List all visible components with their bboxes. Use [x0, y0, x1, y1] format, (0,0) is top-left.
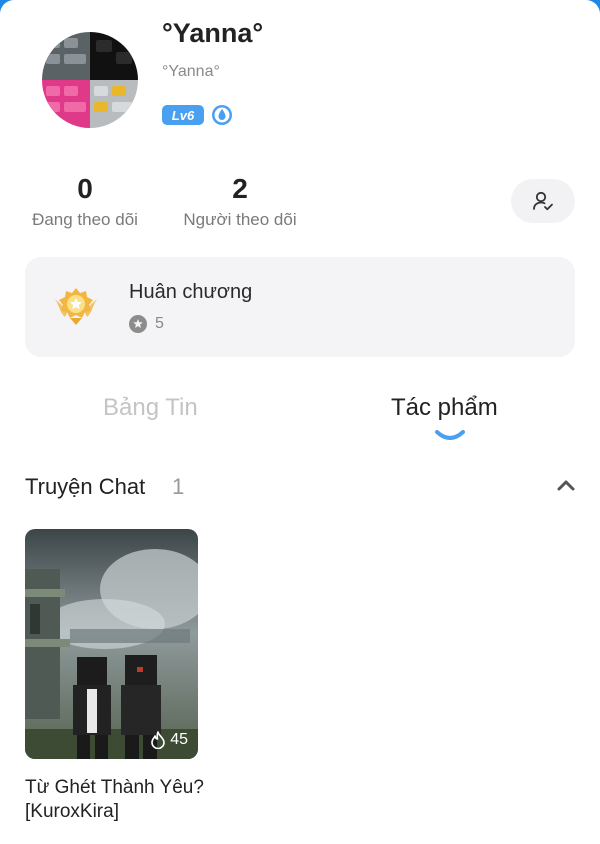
followers-stat[interactable]: 2 Người theo dõi [155, 172, 325, 230]
profile-name: °Yanna° [162, 18, 264, 48]
level-badge[interactable]: Lv6 [162, 105, 204, 125]
medals-title: Huân chương [129, 281, 253, 303]
story-views: 45 [151, 731, 188, 749]
profile-handle: °Yanna° [162, 63, 220, 80]
tab-news-feed[interactable]: Bảng Tin [103, 394, 198, 422]
star-circle-icon [129, 315, 147, 333]
profile-sheet: °Yanna° °Yanna° Lv6 0 Đang theo dõi 2 Ng… [0, 0, 600, 844]
followers-label: Người theo dõi [183, 210, 297, 229]
avatar[interactable] [42, 32, 138, 128]
section-title: Truyện Chat [25, 474, 146, 499]
tab-works[interactable]: Tác phẩm [391, 394, 498, 422]
story-card[interactable]: 45 [25, 529, 198, 759]
active-tab-indicator [435, 430, 465, 440]
user-check-icon [533, 191, 553, 211]
following-count: 0 [77, 173, 93, 204]
fire-icon [151, 731, 166, 749]
medals-card[interactable]: Huân chương 5 [25, 257, 575, 357]
chevron-up-icon[interactable] [556, 478, 576, 492]
story-cover-image [25, 529, 198, 759]
followers-count: 2 [232, 173, 248, 204]
story-title[interactable]: Từ Ghét Thành Yêu? [KuroxKira] [25, 776, 225, 824]
following-label: Đang theo dõi [32, 210, 138, 229]
avatar-image [42, 32, 138, 128]
medals-count-row: 5 [129, 315, 164, 333]
medals-count: 5 [155, 315, 164, 332]
section-count: 1 [172, 474, 185, 499]
followed-user-button[interactable] [511, 179, 575, 223]
following-stat[interactable]: 0 Đang theo dõi [0, 172, 170, 230]
water-drop-badge-icon[interactable] [211, 104, 233, 126]
medal-icon [55, 288, 97, 325]
story-view-count: 45 [170, 731, 188, 748]
